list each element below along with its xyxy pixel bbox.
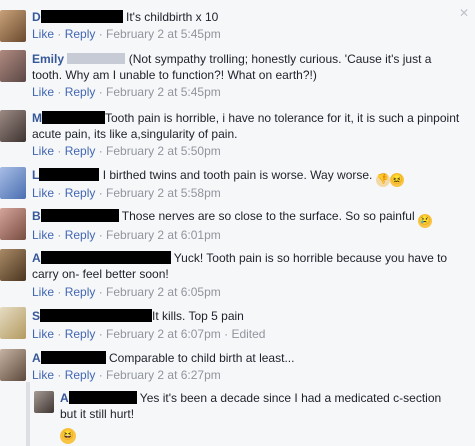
edited-label[interactable]: Edited [231, 327, 265, 341]
comment-meta: Like · Reply · February 2 at 6:07pm · Ed… [32, 327, 266, 341]
author-name[interactable]: A [60, 391, 69, 405]
comment-meta: Like · Reply · February 2 at 5:45pm [32, 85, 221, 99]
author-name[interactable]: M [32, 111, 42, 125]
redacted-name [40, 209, 119, 222]
avatar[interactable] [0, 249, 26, 281]
redacted-name [42, 111, 105, 124]
reply-link[interactable]: Reply [65, 285, 96, 299]
comment-text: (Not sympathy trolling; honestly curious… [128, 52, 432, 66]
reply-link[interactable]: Reply [65, 368, 96, 382]
comment-body-line-2: tooth. Why am I unable to function?! Wha… [32, 68, 317, 82]
like-link[interactable]: Like [32, 228, 54, 242]
comment-meta: Like · Reply · February 2 at 6:05pm [32, 285, 221, 299]
thumbs-down-icon: 👎 [375, 173, 390, 187]
timestamp[interactable]: February 2 at 5:45pm [106, 85, 221, 99]
reply-link[interactable]: Reply [65, 27, 96, 41]
reply-link[interactable]: Reply [65, 327, 96, 341]
author-name[interactable]: A [32, 251, 41, 265]
comment-body: A Yuck! Tooth pain is so horrible becaus… [32, 250, 447, 266]
comment-body: B Those nerves are so close to the surfa… [32, 208, 432, 228]
comment-body: A Comparable to child birth at least... [32, 350, 294, 366]
like-link[interactable]: Like [32, 368, 54, 382]
like-link[interactable]: Like [32, 186, 54, 200]
blurred-name [67, 53, 126, 64]
grimace-emoji-icon: 😖 [389, 173, 404, 187]
author-name[interactable]: Emily [32, 52, 64, 66]
comment-body: D It's childbirth x 10 [32, 9, 218, 25]
timestamp[interactable]: February 2 at 6:05pm [106, 285, 221, 299]
reply-link[interactable]: Reply [65, 144, 96, 158]
author-name[interactable]: A [32, 351, 41, 365]
timestamp[interactable]: February 2 at 5:45pm [106, 27, 221, 41]
like-link[interactable]: Like [32, 27, 54, 41]
author-name[interactable]: S [32, 309, 40, 323]
comment-body-line-3: 😆 [60, 423, 76, 444]
timestamp[interactable]: February 2 at 6:27pm [106, 368, 221, 382]
avatar[interactable] [0, 10, 26, 42]
comment-meta: Like · Reply · February 2 at 5:45pm [32, 27, 221, 41]
like-link[interactable]: Like [32, 285, 54, 299]
redacted-name [40, 309, 153, 322]
author-name[interactable]: B [32, 209, 41, 223]
redacted-name [39, 168, 100, 181]
comment-text: It's childbirth x 10 [126, 10, 219, 24]
like-link[interactable]: Like [32, 144, 54, 158]
comment-text: It kills. Top 5 pain [152, 309, 244, 323]
author-name[interactable]: D [32, 10, 41, 24]
comment-body-line-2: carry on- feel better soon! [32, 267, 169, 281]
laughing-emoji-icon: 😆 [60, 428, 76, 444]
redacted-name [40, 10, 123, 23]
comment-meta: Like · Reply · February 2 at 6:01pm [32, 228, 221, 242]
timestamp[interactable]: February 2 at 6:01pm [106, 228, 221, 242]
avatar[interactable] [0, 50, 26, 82]
timestamp[interactable]: February 2 at 5:58pm [106, 186, 221, 200]
avatar[interactable] [34, 391, 54, 413]
timestamp[interactable]: February 2 at 6:07pm [106, 327, 221, 341]
comment-body-line-2: acute pain, its like a,singularity of pa… [32, 127, 238, 141]
reply-thread-line [26, 382, 30, 446]
reply-link[interactable]: Reply [65, 85, 96, 99]
like-link[interactable]: Like [32, 327, 54, 341]
comment-text: I birthed twins and tooth pain is worse.… [102, 168, 373, 182]
redacted-name [68, 391, 137, 404]
redacted-name [40, 251, 171, 264]
comment-meta: Like · Reply · February 2 at 5:58pm [32, 186, 221, 200]
comment-meta: Like · Reply · February 2 at 5:50pm [32, 144, 221, 158]
redacted-name [40, 351, 106, 364]
comment-text: Yes it's been a decade since I had a med… [139, 391, 442, 405]
comment-body: M Tooth pain is horrible, i have no toler… [32, 110, 459, 126]
avatar[interactable] [0, 307, 26, 339]
like-link[interactable]: Like [32, 85, 54, 99]
timestamp[interactable]: February 2 at 5:50pm [106, 144, 221, 158]
comment-body: L I birthed twins and tooth pain is wors… [32, 167, 404, 187]
avatar[interactable] [0, 349, 26, 381]
avatar[interactable] [0, 110, 26, 142]
comment-text: Comparable to child birth at least... [109, 351, 295, 365]
avatar[interactable] [0, 167, 26, 199]
reply-link[interactable]: Reply [65, 228, 96, 242]
comment-text: Yuck! Tooth pain is so horrible because … [173, 251, 448, 265]
comment-body: A Yes it's been a decade since I had a m… [60, 390, 441, 406]
comment-meta: Like · Reply · February 2 at 6:27pm [32, 368, 221, 382]
comment-body-line-2: but it still hurt! [60, 407, 135, 421]
crying-emoji-icon: 😢 [417, 214, 432, 228]
avatar[interactable] [0, 208, 26, 240]
comment-body: S It kills. Top 5 pain [32, 308, 244, 324]
reply-link[interactable]: Reply [65, 186, 96, 200]
comment-text: Those nerves are so close to the surface… [121, 209, 415, 223]
author-name[interactable]: L [32, 168, 39, 182]
comment-text: Tooth pain is horrible, i have no tolera… [105, 111, 460, 125]
comment-body: Emily (Not sympathy trolling; honestly c… [32, 51, 431, 67]
close-icon[interactable]: ✕ [459, 6, 469, 20]
